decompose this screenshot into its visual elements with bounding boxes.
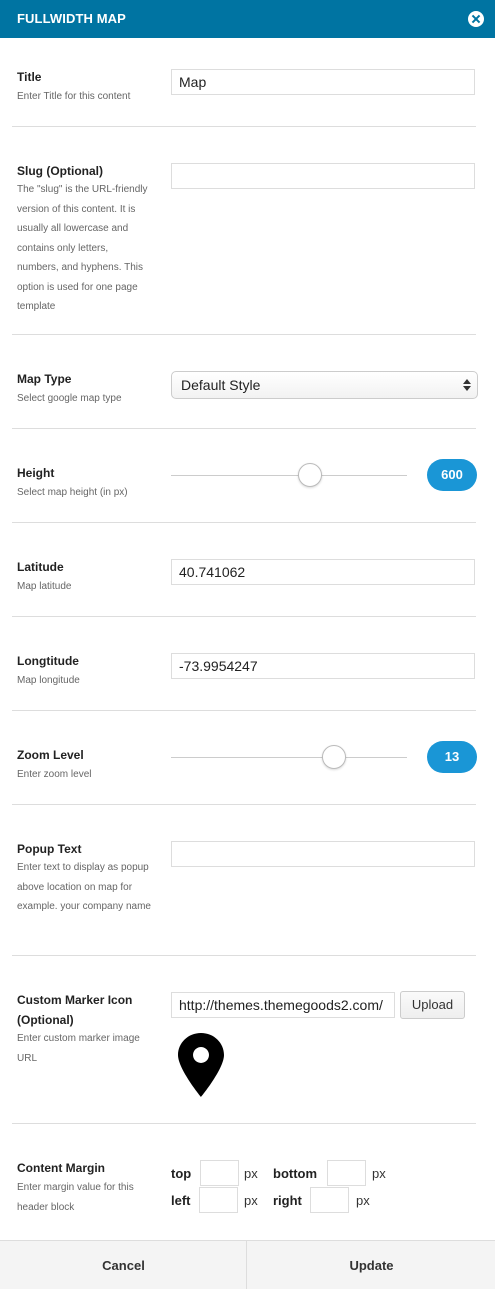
margin-top-input[interactable]: [200, 1160, 239, 1186]
margin-bottom-input[interactable]: [327, 1160, 366, 1186]
upload-button[interactable]: Upload: [400, 991, 465, 1019]
margin-right-unit: px: [356, 1193, 370, 1208]
zoom-slider-handle[interactable]: [321, 745, 346, 769]
divider: [12, 334, 476, 335]
marker-label: Custom Marker Icon (Optional): [17, 993, 133, 1027]
modal-header: FULLWIDTH MAP: [0, 0, 495, 38]
slug-desc: The "slug" is the URL-friendly version o…: [17, 184, 148, 312]
divider: [12, 804, 476, 805]
height-value-badge: 600: [427, 459, 477, 491]
title-input[interactable]: Map: [171, 69, 475, 95]
marker-url-input[interactable]: http://themes.themegoods2.com/: [171, 992, 395, 1018]
map-type-select[interactable]: Default Style: [171, 371, 478, 399]
margin-bottom-unit: px: [372, 1166, 386, 1181]
modal-title: FULLWIDTH MAP: [17, 11, 126, 26]
map-type-label: Map Type: [17, 372, 72, 386]
margin-desc: Enter margin value for this header block: [17, 1182, 134, 1213]
longtitude-desc: Map longitude: [17, 675, 80, 686]
popup-input[interactable]: [171, 841, 475, 867]
margin-top-label: top: [171, 1166, 192, 1181]
margin-label: Content Margin: [17, 1161, 105, 1175]
longtitude-input[interactable]: -73.9954247: [171, 653, 475, 679]
zoom-slider[interactable]: [171, 745, 407, 769]
map-type-desc: Select google map type: [17, 393, 122, 404]
modal-footer: Cancel Update: [0, 1240, 495, 1289]
map-marker-icon: [178, 1033, 224, 1097]
margin-right-label: right: [273, 1193, 302, 1208]
zoom-value-badge: 13: [427, 741, 477, 773]
divider: [12, 428, 476, 429]
slug-label: Slug (Optional): [17, 164, 103, 178]
update-button[interactable]: Update: [248, 1241, 495, 1289]
height-label: Height: [17, 466, 55, 480]
divider: [12, 616, 476, 617]
margin-bottom-label: bottom: [273, 1166, 318, 1181]
slug-input[interactable]: [171, 163, 475, 189]
divider: [12, 1123, 476, 1124]
height-desc: Select map height (in px): [17, 487, 128, 498]
margin-left-label: left: [171, 1193, 191, 1208]
popup-desc: Enter text to display as popup above loc…: [17, 862, 151, 912]
height-slider[interactable]: [171, 463, 407, 487]
zoom-desc: Enter zoom level: [17, 769, 92, 780]
marker-desc: Enter custom marker image URL: [17, 1033, 140, 1064]
height-slider-handle[interactable]: [298, 463, 323, 487]
select-arrows-icon: [463, 379, 471, 391]
latitude-input[interactable]: 40.741062: [171, 559, 475, 585]
divider: [12, 710, 476, 711]
margin-right-input[interactable]: [310, 1187, 349, 1213]
footer-divider: [246, 1241, 247, 1289]
margin-left-input[interactable]: [199, 1187, 238, 1213]
title-label: Title: [17, 70, 42, 84]
popup-label: Popup Text: [17, 842, 82, 856]
title-desc: Enter Title for this content: [17, 91, 131, 102]
latitude-desc: Map latitude: [17, 581, 72, 592]
margin-top-unit: px: [244, 1166, 258, 1181]
divider: [12, 522, 476, 523]
cancel-button[interactable]: Cancel: [0, 1241, 247, 1289]
map-type-value: Default Style: [181, 377, 261, 393]
margin-left-unit: px: [244, 1193, 258, 1208]
divider: [12, 955, 476, 956]
divider: [12, 126, 476, 127]
longtitude-label: Longtitude: [17, 654, 79, 668]
zoom-label: Zoom Level: [17, 748, 84, 762]
close-icon[interactable]: [468, 11, 484, 27]
latitude-label: Latitude: [17, 560, 64, 574]
